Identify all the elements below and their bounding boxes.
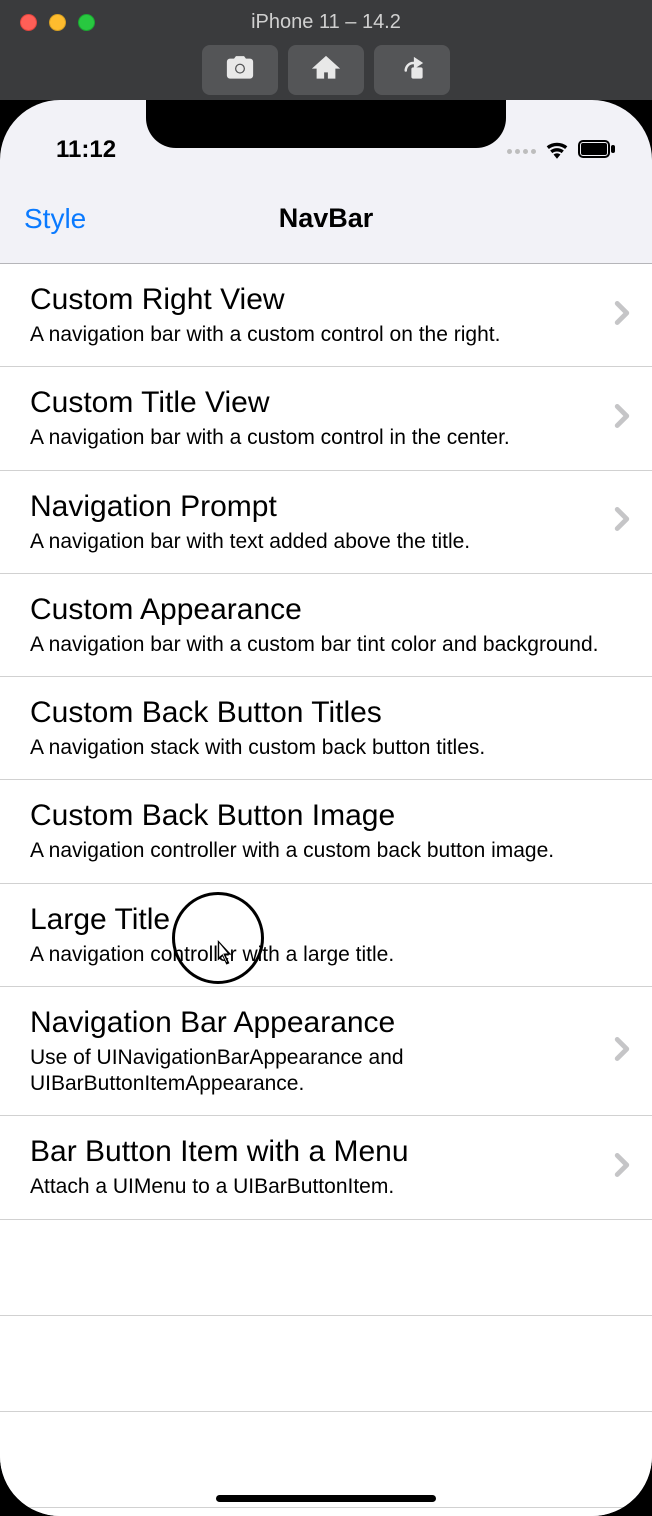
status-time: 11:12: [56, 136, 116, 164]
device-notch: [146, 100, 506, 148]
row-title: Custom Title View: [30, 385, 602, 421]
minimize-window-button[interactable]: [49, 14, 66, 31]
cellular-dots-icon: [507, 149, 536, 154]
close-window-button[interactable]: [20, 14, 37, 31]
device-screen: 11:12 Style NavBar Custom Right View A na…: [0, 100, 652, 1516]
table-row[interactable]: Custom Appearance A navigation bar with a…: [0, 574, 652, 677]
row-subtitle: Attach a UIMenu to a UIBarButtonItem.: [30, 1174, 602, 1200]
share-icon: [397, 53, 427, 88]
screenshot-button[interactable]: [202, 45, 278, 95]
wifi-icon: [544, 139, 570, 164]
window-title: iPhone 11 – 14.2: [0, 11, 652, 34]
empty-row: [0, 1316, 652, 1412]
titlebar: iPhone 11 – 14.2: [0, 0, 652, 44]
row-subtitle: A navigation controller with a custom ba…: [30, 838, 630, 864]
table-row[interactable]: Custom Back Button Image A navigation con…: [0, 780, 652, 883]
empty-row: [0, 1508, 652, 1516]
chevron-right-icon: [614, 506, 630, 537]
table-row[interactable]: Custom Title View A navigation bar with a…: [0, 367, 652, 470]
row-subtitle: A navigation controller with a large tit…: [30, 942, 630, 968]
row-title: Large Title: [30, 902, 630, 938]
table-row[interactable]: Navigation Prompt A navigation bar with t…: [0, 471, 652, 574]
row-subtitle: A navigation bar with a custom control o…: [30, 322, 602, 348]
row-title: Custom Back Button Image: [30, 798, 630, 834]
row-subtitle: A navigation stack with custom back butt…: [30, 735, 630, 761]
row-subtitle: A navigation bar with a custom bar tint …: [30, 632, 630, 658]
chevron-right-icon: [614, 1152, 630, 1183]
table-row[interactable]: Custom Back Button Titles A navigation st…: [0, 677, 652, 780]
home-icon: [311, 53, 341, 88]
share-button[interactable]: [374, 45, 450, 95]
back-button[interactable]: Style: [24, 203, 86, 235]
chevron-right-icon: [614, 403, 630, 434]
chevron-right-icon: [614, 1036, 630, 1067]
table-view[interactable]: Custom Right View A navigation bar with a…: [0, 264, 652, 1516]
table-row[interactable]: Custom Right View A navigation bar with a…: [0, 264, 652, 367]
home-indicator[interactable]: [216, 1495, 436, 1502]
table-row[interactable]: Navigation Bar Appearance Use of UINaviga…: [0, 987, 652, 1117]
chevron-right-icon: [614, 300, 630, 331]
row-subtitle: A navigation bar with text added above t…: [30, 529, 602, 555]
device-bezel: 11:12 Style NavBar Custom Right View A na…: [0, 100, 652, 1516]
empty-row: [0, 1412, 652, 1508]
status-icons: [507, 139, 616, 164]
row-title: Bar Button Item with a Menu: [30, 1134, 602, 1170]
row-title: Custom Appearance: [30, 592, 630, 628]
row-title: Navigation Bar Appearance: [30, 1005, 602, 1041]
empty-row: [0, 1220, 652, 1316]
camera-icon: [225, 53, 255, 88]
window-traffic-lights: [0, 14, 95, 31]
simulator-window-chrome: iPhone 11 – 14.2: [0, 0, 652, 100]
table-row[interactable]: Bar Button Item with a Menu Attach a UIMe…: [0, 1116, 652, 1219]
row-title: Custom Right View: [30, 282, 602, 318]
home-button[interactable]: [288, 45, 364, 95]
table-row[interactable]: Large Title A navigation controller with …: [0, 884, 652, 987]
row-subtitle: Use of UINavigationBarAppearance and UIB…: [30, 1045, 602, 1098]
navigation-bar: Style NavBar: [0, 174, 652, 264]
zoom-window-button[interactable]: [78, 14, 95, 31]
row-title: Custom Back Button Titles: [30, 695, 630, 731]
nav-title: NavBar: [0, 203, 652, 234]
simulator-toolbar: [0, 44, 652, 100]
battery-icon: [578, 140, 616, 163]
row-subtitle: A navigation bar with a custom control i…: [30, 425, 602, 451]
row-title: Navigation Prompt: [30, 489, 602, 525]
